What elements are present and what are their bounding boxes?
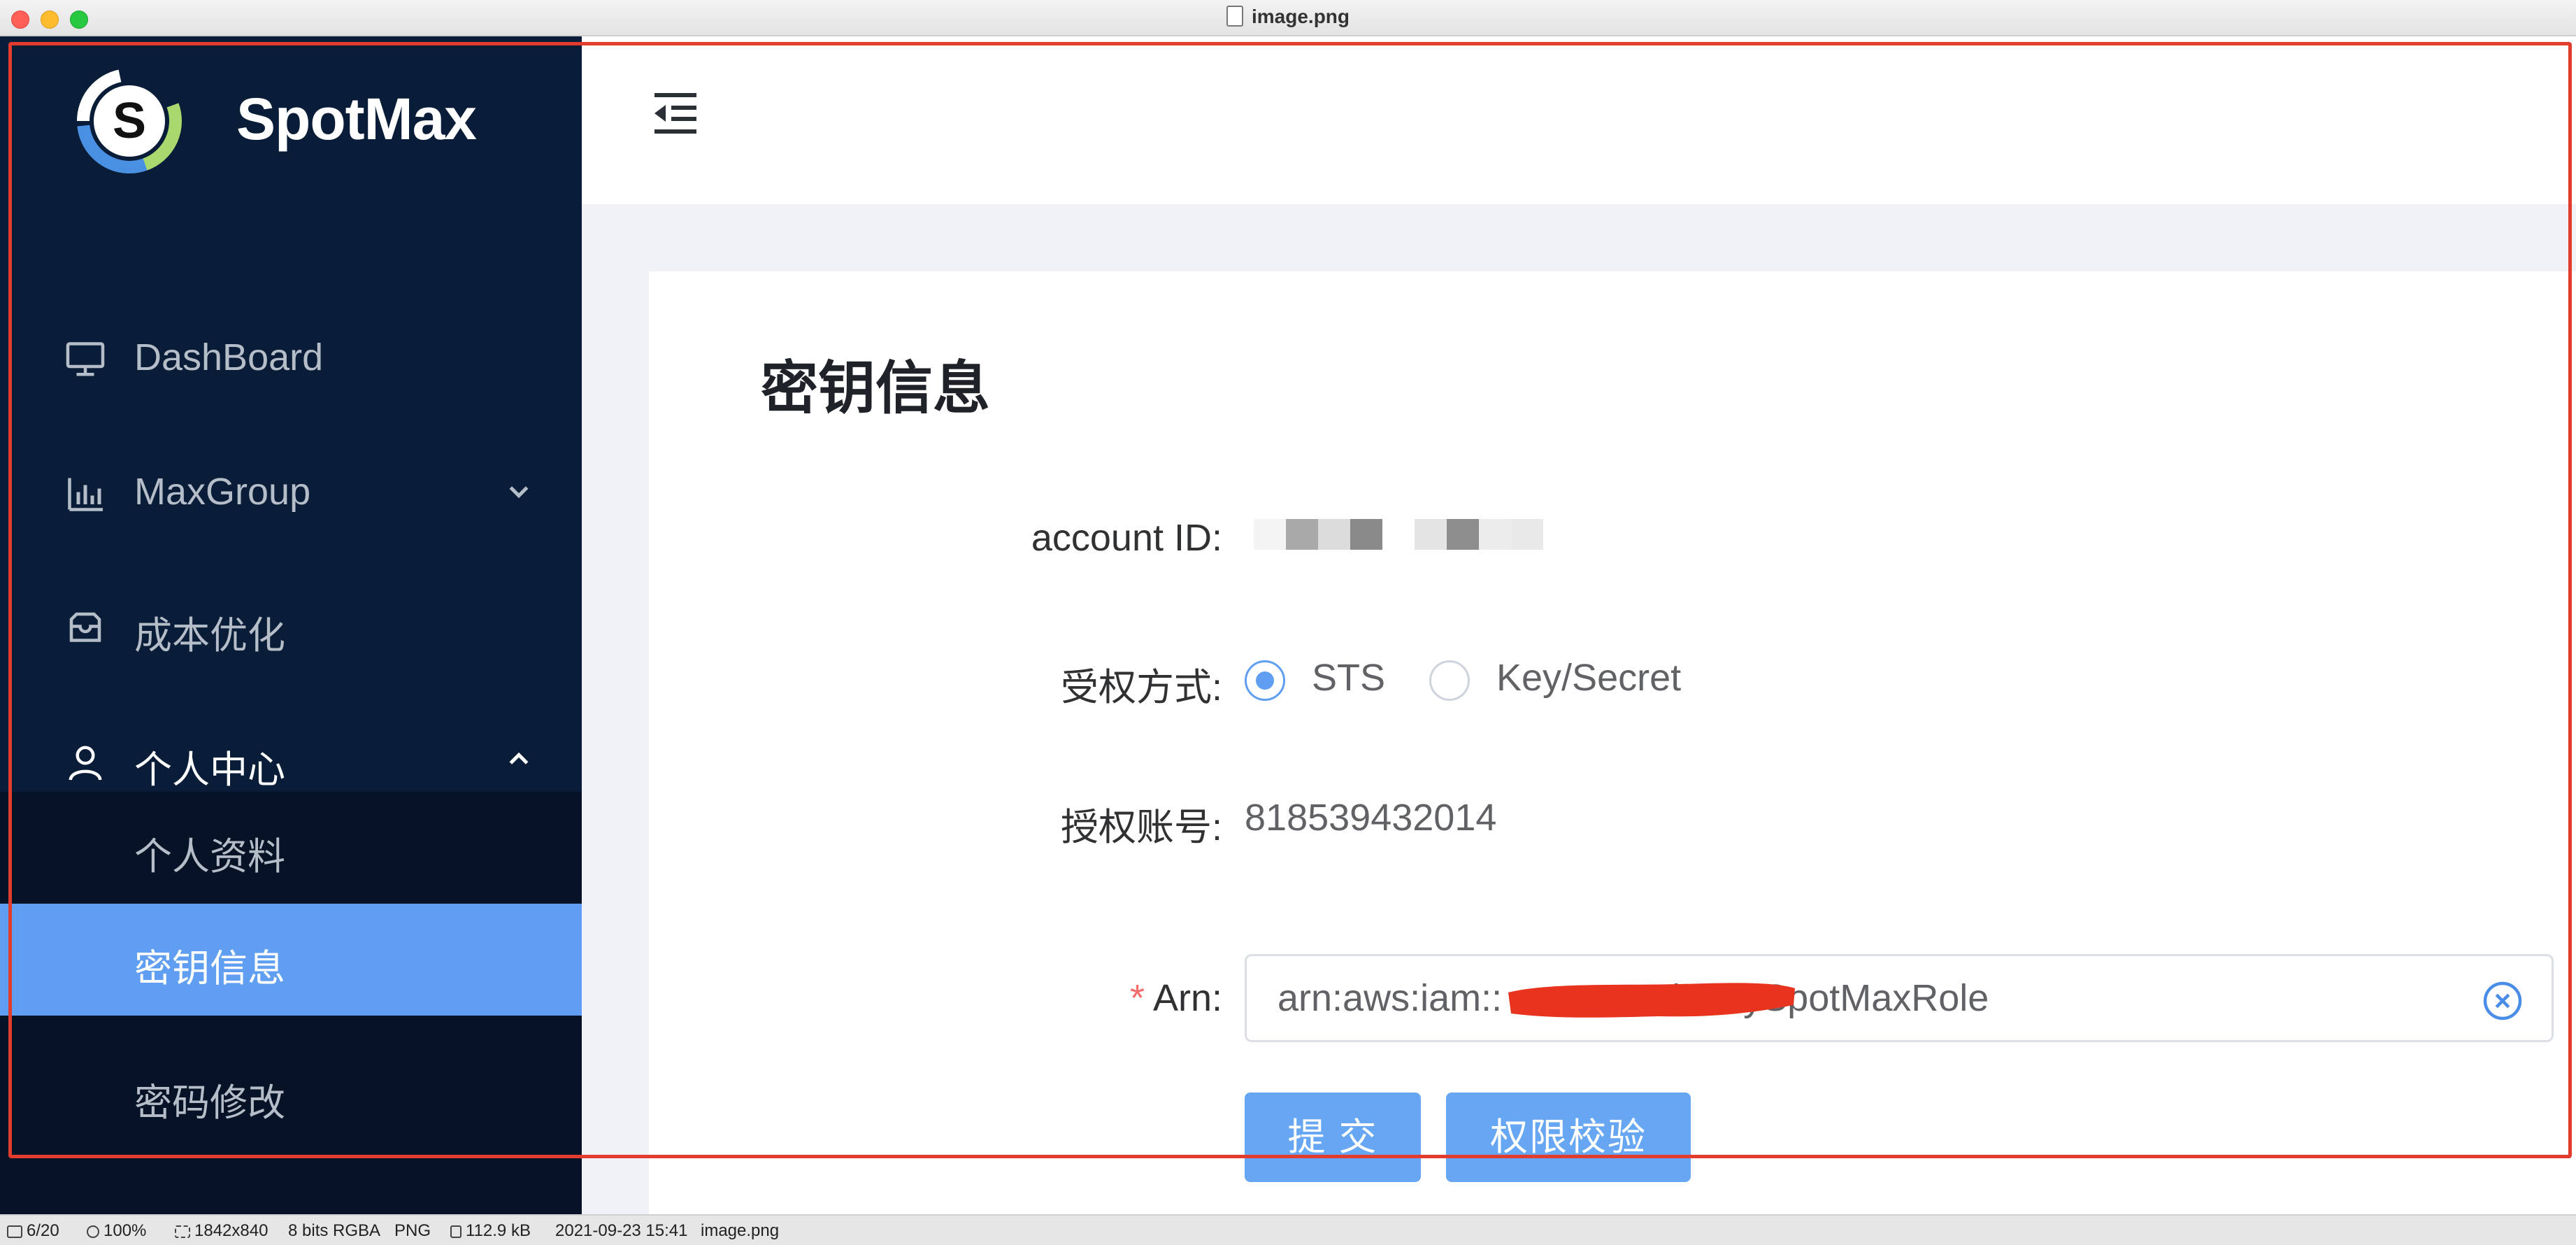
file-format: PNG	[394, 1221, 431, 1240]
sidebar-item-label: 个人中心	[134, 749, 285, 791]
folder-icon	[7, 1225, 22, 1238]
sidebar-item-label: DashBoard	[134, 336, 324, 378]
clear-icon[interactable]	[2482, 980, 2524, 1022]
radio-checked-icon	[1245, 660, 1285, 701]
document-icon	[450, 1225, 461, 1238]
window-title: image.png	[1251, 6, 1350, 27]
redaction-scribble	[1508, 983, 1795, 1018]
dimensions-icon	[175, 1225, 190, 1238]
file-size-indicator: 112.9 kB	[450, 1221, 531, 1241]
submenu-item-label: 个人资料	[134, 836, 285, 878]
chevron-up-icon	[509, 752, 529, 764]
sidebar-item-label: 成本优化	[134, 615, 285, 657]
auth-account-value: 818539432014	[1245, 797, 1497, 839]
required-mark: *	[1129, 977, 1145, 1019]
page-count: 6/20	[27, 1221, 59, 1240]
zoom-indicator: 100%	[87, 1221, 146, 1241]
app-area: S SpotMax DashBoard MaxGroup 成本优化 个人中心 个…	[0, 36, 2576, 1214]
window-titlebar: image.png	[0, 0, 2576, 36]
window-title-wrap: image.png	[0, 6, 2576, 28]
magnifier-icon	[87, 1225, 99, 1238]
submenu-item-label: 密钥信息	[134, 948, 285, 990]
key-info-card: 密钥信息 account ID: 受权方式: STS Key/Secret 授权…	[649, 271, 2576, 1214]
top-header	[582, 36, 2576, 204]
arn-input-wrapper	[1245, 954, 2554, 1042]
arn-label: Arn:	[1152, 977, 1222, 1019]
inbox-icon	[69, 612, 101, 642]
chevron-down-icon	[509, 486, 529, 499]
file-icon	[1226, 6, 1243, 27]
brand-name: SpotMax	[236, 86, 477, 152]
bar-chart-icon	[68, 478, 103, 511]
submit-button[interactable]: 提 交	[1245, 1093, 1421, 1182]
submenu: 个人资料 密钥信息 密码修改	[0, 792, 582, 1214]
sidebar: S SpotMax DashBoard MaxGroup 成本优化 个人中心 个…	[0, 36, 582, 1214]
color-depth: 8 bits RGBA	[288, 1221, 381, 1240]
radio-unchecked-icon	[1429, 660, 1470, 701]
sidebar-item-dashboard[interactable]: DashBoard	[0, 302, 582, 414]
verify-permission-button[interactable]: 权限校验	[1446, 1093, 1691, 1182]
menu-fold-icon[interactable]	[652, 91, 699, 136]
dimensions-indicator: 1842x840	[175, 1221, 268, 1241]
sidebar-item-cost-optimization[interactable]: 成本优化	[0, 571, 582, 683]
user-icon	[69, 746, 102, 781]
submenu-item-profile[interactable]: 个人资料	[0, 792, 582, 904]
spotmax-logo-icon: S	[77, 69, 182, 173]
page-title: 密钥信息	[761, 357, 991, 420]
sidebar-item-maxgroup[interactable]: MaxGroup	[0, 436, 582, 548]
submenu-item-key-info[interactable]: 密钥信息	[0, 904, 582, 1016]
auth-account-label: 授权账号:	[1060, 806, 1222, 848]
svg-text:S: S	[113, 93, 146, 149]
auth-method-label: 受权方式:	[1060, 667, 1222, 709]
image-dimensions: 1842x840	[194, 1221, 269, 1240]
sidebar-item-label: MaxGroup	[134, 471, 311, 513]
file-size: 112.9 kB	[466, 1221, 531, 1240]
account-id-label: account ID:	[1031, 517, 1222, 559]
submenu-item-change-password[interactable]: 密码修改	[0, 1038, 582, 1150]
arn-label-wrap: * Arn:	[649, 976, 1222, 1020]
file-date: 2021-09-23 15:41	[555, 1221, 688, 1240]
radio-label: STS	[1312, 657, 1386, 699]
page-indicator: 6/20	[7, 1221, 59, 1241]
zoom-level: 100%	[103, 1221, 147, 1240]
arn-input[interactable]	[1278, 970, 2466, 1026]
monitor-icon	[66, 342, 105, 376]
radio-label: Key/Secret	[1496, 657, 1682, 699]
preview-statusbar: 6/20 100% 1842x840 8 bits RGBA PNG 112.9…	[0, 1214, 2576, 1245]
file-name: image.png	[701, 1221, 780, 1240]
submenu-item-label: 密码修改	[134, 1082, 285, 1124]
